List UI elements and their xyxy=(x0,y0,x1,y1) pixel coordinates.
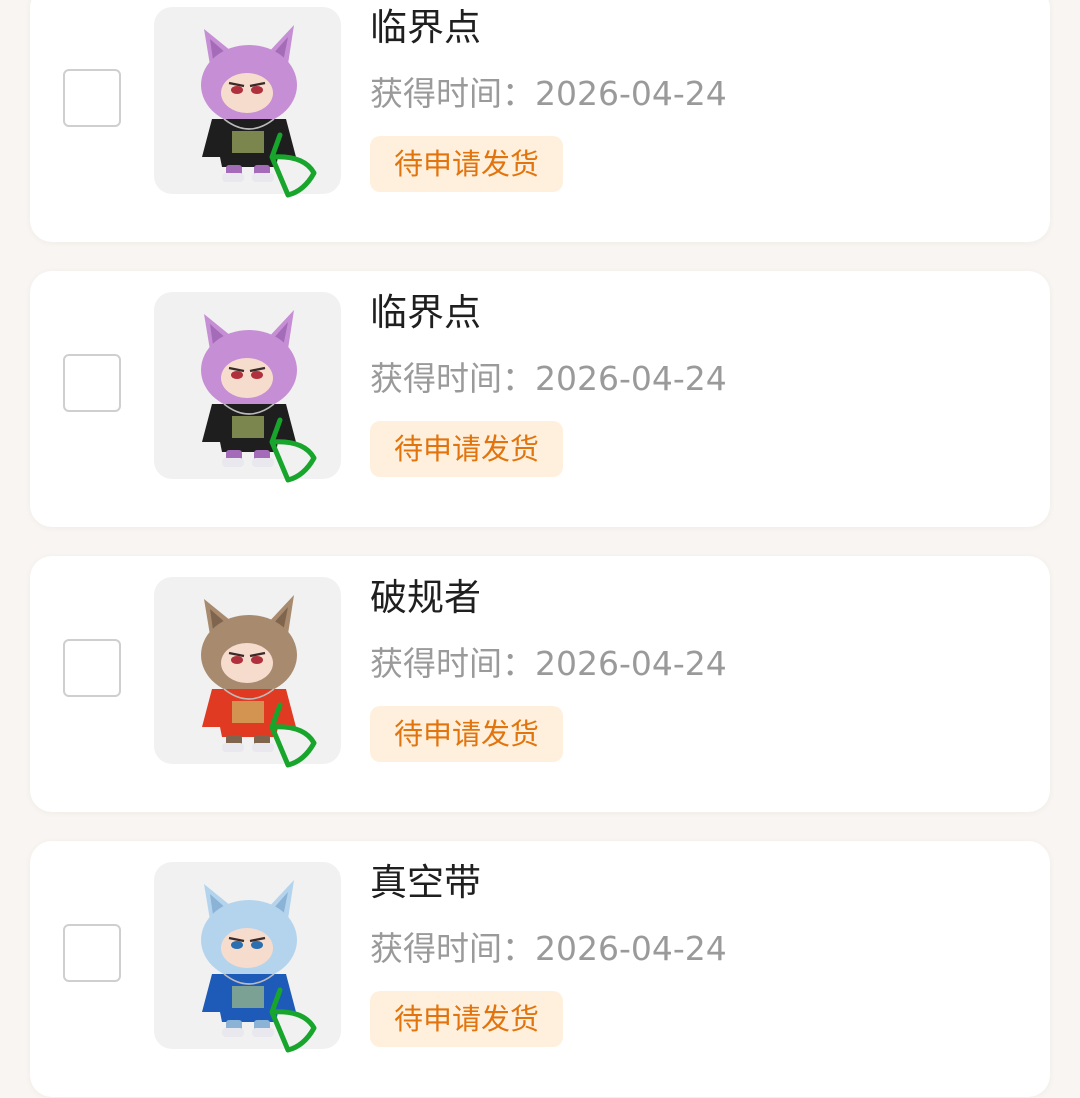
acquired-time: 获得时间：2026-04-24 xyxy=(370,929,727,969)
select-checkbox[interactable] xyxy=(63,924,121,982)
acquired-time: 获得时间：2026-04-24 xyxy=(370,359,727,399)
prize-list: 临界点 获得时间：2026-04-24 待申请发货 临界点 获得时间：2026-… xyxy=(0,0,1080,1098)
product-thumbnail[interactable] xyxy=(154,292,341,483)
acquired-time-value: 2026-04-24 xyxy=(535,929,727,968)
acquired-time-value: 2026-04-24 xyxy=(535,644,727,683)
prize-card-4[interactable]: 真空带 获得时间：2026-04-24 待申请发货 xyxy=(30,841,1050,1097)
status-badge: 待申请发货 xyxy=(370,991,564,1047)
product-title: 破规者 xyxy=(370,576,481,619)
select-checkbox[interactable] xyxy=(63,69,121,127)
prize-card-3[interactable]: 破规者 获得时间：2026-04-24 待申请发货 xyxy=(30,556,1050,812)
acquired-time: 获得时间：2026-04-24 xyxy=(370,74,727,114)
select-checkbox[interactable] xyxy=(63,639,121,697)
product-thumbnail[interactable] xyxy=(154,862,341,1053)
acquired-time-label: 获得时间： xyxy=(370,644,535,683)
plush-doll-image xyxy=(201,310,317,483)
acquired-time: 获得时间：2026-04-24 xyxy=(370,644,727,684)
product-title: 真空带 xyxy=(370,861,481,904)
plush-doll-image xyxy=(201,880,317,1053)
prize-card-2[interactable]: 临界点 获得时间：2026-04-24 待申请发货 xyxy=(30,271,1050,527)
status-badge: 待申请发货 xyxy=(370,421,564,477)
product-thumbnail[interactable] xyxy=(154,577,341,768)
acquired-time-label: 获得时间： xyxy=(370,74,535,113)
acquired-time-label: 获得时间： xyxy=(370,929,535,968)
select-checkbox[interactable] xyxy=(63,354,121,412)
status-badge: 待申请发货 xyxy=(370,136,564,192)
prize-card-1[interactable]: 临界点 获得时间：2026-04-24 待申请发货 xyxy=(30,0,1050,242)
acquired-time-value: 2026-04-24 xyxy=(535,74,727,113)
acquired-time-value: 2026-04-24 xyxy=(535,359,727,398)
plush-doll-image xyxy=(201,25,317,198)
plush-doll-image xyxy=(201,595,317,768)
status-badge: 待申请发货 xyxy=(370,706,564,762)
product-title: 临界点 xyxy=(370,291,481,334)
acquired-time-label: 获得时间： xyxy=(370,359,535,398)
product-thumbnail[interactable] xyxy=(154,7,341,198)
product-title: 临界点 xyxy=(370,6,481,49)
